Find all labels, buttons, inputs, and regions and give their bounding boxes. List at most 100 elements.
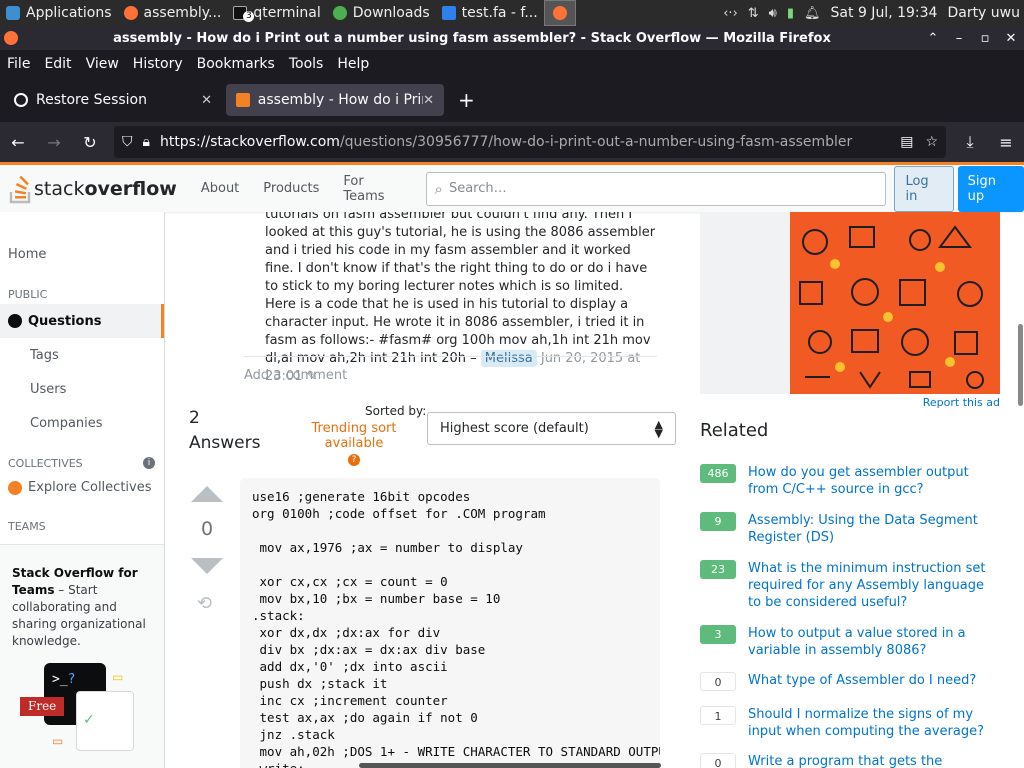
related-link[interactable]: What is the minimum instruction set requ… <box>748 560 1000 611</box>
nav-products[interactable]: Products <box>251 181 331 196</box>
menu-edit[interactable]: Edit <box>37 56 78 72</box>
taskbar-firefox-window[interactable] <box>543 0 576 26</box>
navigation-bar: ← → ↻ ⛉ 🔒︎ https://stackoverflow.com/que… <box>0 122 1024 162</box>
sidebar-item-home[interactable]: Home <box>8 247 46 262</box>
taskbar-downloads[interactable]: Downloads <box>327 0 436 26</box>
related-link[interactable]: Assembly: Using the Data Segment Registe… <box>748 512 1000 546</box>
reader-view-icon[interactable]: ▤ <box>892 134 913 150</box>
related-score[interactable]: 3 <box>700 625 736 644</box>
volume-icon[interactable]: 🔊︎ <box>769 6 777 21</box>
sidebar-item-explore-collectives[interactable]: Explore Collectives <box>8 480 152 495</box>
trending-sort-link[interactable]: Trending sort available ? <box>284 421 424 466</box>
nav-for-teams[interactable]: For Teams <box>331 174 417 204</box>
lock-icon[interactable]: 🔒︎ <box>143 134 150 150</box>
login-button[interactable]: Log in <box>894 165 954 212</box>
related-score[interactable]: 9 <box>700 512 736 531</box>
user-menu[interactable]: Darty uwu <box>947 5 1020 21</box>
code-scrollbar[interactable] <box>359 763 661 768</box>
menu-file[interactable]: File <box>0 56 37 72</box>
url-host: https://stackoverflow.com <box>159 134 340 150</box>
maximize-icon[interactable]: ▫ <box>972 31 998 46</box>
related-score[interactable]: 1 <box>700 706 736 725</box>
add-comment-link[interactable]: Add a comment <box>244 368 347 383</box>
nav-about[interactable]: About <box>189 181 251 196</box>
main-content: tutorials on fasm assembler but couldn't… <box>165 212 685 768</box>
upvote-button[interactable] <box>191 486 223 502</box>
related-link[interactable]: How do you get assembler output from C/C… <box>748 464 1000 498</box>
select-arrows-icon: ▲ ▼ <box>654 418 663 440</box>
menu-view[interactable]: View <box>79 56 126 72</box>
signup-button[interactable]: Sign up <box>957 165 1024 212</box>
shield-icon[interactable]: ⛉ <box>122 134 133 150</box>
close-icon[interactable]: ✕ <box>998 31 1024 46</box>
back-arrow-icon[interactable]: ← <box>0 133 36 152</box>
right-sidebar: Report this ad Related 486 How do you ge… <box>700 212 1000 768</box>
forward-arrow-icon[interactable]: → <box>36 133 72 152</box>
new-tab-icon[interactable]: + <box>458 88 475 112</box>
tab-strip: Restore Session ✕ assembly - How do i Pr… <box>0 78 1024 122</box>
related-link[interactable]: What type of Assembler do I need? <box>748 672 976 691</box>
sort-select[interactable]: Highest score (default) ▲ ▼ <box>427 412 676 445</box>
url-bar[interactable]: ⛉ 🔒︎ https://stackoverflow.com/questions… <box>114 126 946 158</box>
related-score[interactable]: 0 <box>700 672 736 691</box>
check-icon: ✓ <box>83 712 95 728</box>
answer-count: 2 <box>189 408 200 428</box>
sidebar-item-companies[interactable]: Companies <box>30 416 103 431</box>
sidebar-item-questions[interactable]: Questions <box>0 304 164 338</box>
chat-bubble-icon: ▭ <box>52 734 64 748</box>
info-icon[interactable]: ? <box>348 454 360 466</box>
left-sidebar: Home PUBLIC Questions Tags Users Compani… <box>0 212 165 768</box>
stackoverflow-logo[interactable]: stack overflow <box>8 174 177 204</box>
window-title: assembly - How do i Print out a number u… <box>113 30 831 46</box>
menu-help[interactable]: Help <box>330 56 376 72</box>
taskbar-qterminal[interactable]: 3 qterminal <box>227 0 326 26</box>
comment-user-link[interactable]: Melissa <box>480 350 537 367</box>
comment: tutorials on fasm assembler but couldn't… <box>265 212 657 386</box>
related-score[interactable]: 0 <box>700 753 736 768</box>
reload-icon[interactable]: ↻ <box>72 133 108 152</box>
related-link[interactable]: Should I normalize the signs of my input… <box>748 706 1000 740</box>
collectives-icon <box>8 480 22 495</box>
network-icon[interactable]: ‹·› <box>723 6 738 21</box>
sidebar-item-users[interactable]: Users <box>30 382 66 397</box>
minimize-icon[interactable]: – <box>946 31 972 46</box>
tab-close-icon[interactable]: ✕ <box>423 93 434 108</box>
info-icon[interactable]: i <box>143 457 155 469</box>
menu-tools[interactable]: Tools <box>282 56 331 72</box>
transfer-icon[interactable]: ⇅ <box>748 6 759 21</box>
answers-label: Answers <box>189 433 261 453</box>
bell-icon[interactable]: 🔔︎ <box>804 6 821 21</box>
clock[interactable]: Sat 9 Jul, 19:34 <box>831 5 938 21</box>
history-icon[interactable]: ⟲ <box>197 593 212 614</box>
sidebar-item-tags[interactable]: Tags <box>30 348 59 363</box>
tab-stackoverflow[interactable]: assembly - How do i Print ✕ <box>226 84 444 116</box>
answers-header: 2 Answers <box>189 406 260 456</box>
related-link[interactable]: How to output a value stored in a variab… <box>748 625 1000 659</box>
related-score[interactable]: 486 <box>700 464 736 483</box>
firefox-icon <box>552 6 567 20</box>
related-link[interactable]: Write a program that gets the character … <box>748 753 1000 768</box>
search-input[interactable]: ⌕ Search… <box>425 171 887 206</box>
tab-close-icon[interactable]: ✕ <box>201 93 212 108</box>
taskbar-vscode[interactable]: test.fa - f... <box>436 0 544 26</box>
menu-history[interactable]: History <box>126 56 190 72</box>
page-scrollbar[interactable] <box>1018 324 1023 406</box>
stackoverflow-logo-icon <box>9 175 31 203</box>
comment-text: tutorials on fasm assembler but couldn't… <box>265 212 656 366</box>
advertisement[interactable] <box>700 212 1000 394</box>
menu-bookmarks[interactable]: Bookmarks <box>190 56 282 72</box>
tab-restore-session[interactable]: Restore Session ✕ <box>4 84 222 116</box>
applications-menu[interactable]: Applications <box>0 0 118 26</box>
taskbar-firefox[interactable]: assembly... <box>118 0 228 26</box>
comment-divider <box>244 356 657 357</box>
report-ad-link[interactable]: Report this ad <box>923 396 1000 409</box>
battery-icon[interactable]: ▮ <box>787 6 794 21</box>
related-score[interactable]: 23 <box>700 560 736 579</box>
star-icon[interactable]: ☆ <box>925 134 938 150</box>
chevron-up-icon[interactable]: ⌃ <box>920 31 946 46</box>
hamburger-menu-icon[interactable]: ≡ <box>988 133 1024 152</box>
downvote-button[interactable] <box>191 558 223 574</box>
checklist-illustration: ✓ <box>76 691 134 751</box>
downloads-icon[interactable]: ⤓ <box>952 132 988 152</box>
ad-pattern <box>799 225 984 389</box>
